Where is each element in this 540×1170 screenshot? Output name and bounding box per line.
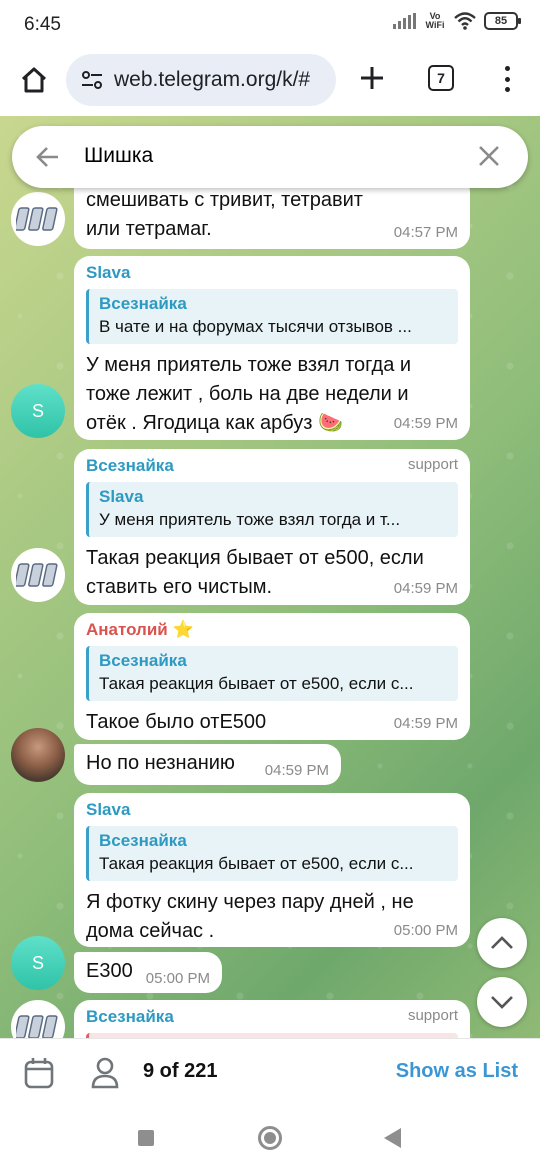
reply-name: Slava (99, 487, 144, 506)
message-bubble[interactable]: Но по незнанию 04:59 PM (74, 744, 341, 785)
wifi-icon (454, 12, 476, 30)
plus-icon (361, 67, 383, 89)
message-time: 04:59 PM (393, 580, 458, 597)
search-input[interactable]: Шишка (84, 144, 153, 168)
home-icon (21, 67, 47, 93)
scroll-down-button[interactable] (477, 977, 527, 1027)
message-time: 04:59 PM (393, 415, 458, 432)
avatar[interactable] (11, 548, 65, 602)
status-bar: 6:45 Vo WiFi 85 (0, 0, 540, 48)
home-nav-button[interactable] (258, 1126, 282, 1150)
message-time: 04:59 PM (264, 762, 329, 779)
message-sender: Slava (86, 800, 131, 819)
reply-quote[interactable]: Всезнайка Такая реакция бывает от е500, … (86, 826, 458, 881)
filter-by-user-button[interactable] (90, 1057, 120, 1094)
arrow-left-icon (36, 147, 58, 167)
back-nav-button[interactable] (384, 1128, 401, 1148)
message-time: 04:59 PM (393, 715, 458, 732)
reply-name: Всезнайка (99, 831, 187, 850)
avatar[interactable]: S (11, 936, 65, 990)
user-icon (91, 1057, 119, 1089)
message-bubble[interactable]: Е300 05:00 PM (74, 952, 222, 993)
message-sender: Всезнайка (86, 1007, 174, 1026)
status-time: 6:45 (24, 14, 61, 35)
result-counter: 9 of 221 (143, 1060, 218, 1082)
close-icon (479, 146, 499, 166)
message-bubble[interactable]: Всезнайка support (74, 1000, 470, 1038)
vowifi-label: Vo WiFi (425, 11, 445, 30)
reply-quote[interactable]: Slava У меня приятель тоже взял тогда и … (86, 482, 458, 537)
chevron-up-icon (491, 936, 513, 949)
recents-button[interactable] (138, 1130, 154, 1146)
browser-menu-button[interactable] (492, 62, 522, 96)
sender-role: support (407, 1007, 458, 1024)
message-time: 05:00 PM (145, 970, 210, 987)
avatar[interactable] (11, 192, 65, 246)
reply-name: Всезнайка (99, 294, 187, 313)
reply-text: Такая реакция бывает от е500, если с... (99, 854, 414, 873)
new-tab-button[interactable] (352, 58, 392, 98)
calendar-icon (24, 1058, 54, 1089)
message-search-bar: Шишка (12, 126, 528, 188)
chat-background[interactable]: смешивать с тривит, тетравит или тетрама… (0, 116, 540, 1038)
clear-search-button[interactable] (476, 143, 502, 174)
reply-text: В чате и на форумах тысячи отзывов ... (99, 317, 412, 336)
show-as-list-button[interactable]: Show as List (396, 1060, 518, 1083)
url-text: web.telegram.org/k/# (114, 68, 311, 91)
back-button[interactable] (34, 143, 62, 176)
reply-quote[interactable]: Всезнайка Такая реакция бывает от е500, … (86, 646, 458, 701)
message-sender: Всезнайка (86, 456, 174, 475)
tab-switcher-button[interactable]: 7 (428, 65, 454, 91)
message-bubble[interactable]: Анатолий ⭐ Всезнайка Такая реакция бывае… (74, 613, 470, 740)
avatar[interactable]: S (11, 384, 65, 438)
reply-quote[interactable]: Всезнайка В чате и на форумах тысячи отз… (86, 289, 458, 344)
status-icons: Vo WiFi 85 (393, 11, 521, 30)
reply-text: У меня приятель тоже взял тогда и т... (99, 510, 401, 529)
search-results-bar: 9 of 221 Show as List (0, 1038, 540, 1106)
message-bubble[interactable]: Slava Всезнайка В чате и на форумах тыся… (74, 256, 470, 440)
message-sender: Slava (86, 263, 131, 282)
message-bubble[interactable]: Slava Всезнайка Такая реакция бывает от … (74, 793, 470, 947)
reply-name: Всезнайка (99, 651, 187, 670)
message-bubble[interactable]: Всезнайка support Slava У меня приятель … (74, 449, 470, 605)
chevron-down-icon (491, 996, 513, 1009)
signal-icon (393, 13, 416, 29)
address-bar[interactable]: web.telegram.org/k/# (66, 54, 336, 106)
battery-icon: 85 (484, 12, 521, 30)
message-time: 04:57 PM (393, 224, 458, 241)
avatar[interactable] (11, 728, 65, 782)
home-button[interactable] (14, 60, 54, 100)
reply-text: Такая реакция бывает от е500, если с... (99, 674, 414, 693)
message-time: 05:00 PM (393, 922, 458, 939)
site-settings-icon[interactable] (80, 69, 104, 91)
browser-toolbar: web.telegram.org/k/# 7 (0, 48, 540, 116)
scroll-up-button[interactable] (477, 918, 527, 968)
calendar-button[interactable] (24, 1057, 54, 1094)
sender-role: support (407, 456, 458, 473)
message-sender: Анатолий ⭐ (86, 620, 194, 639)
system-nav-bar (0, 1106, 540, 1170)
